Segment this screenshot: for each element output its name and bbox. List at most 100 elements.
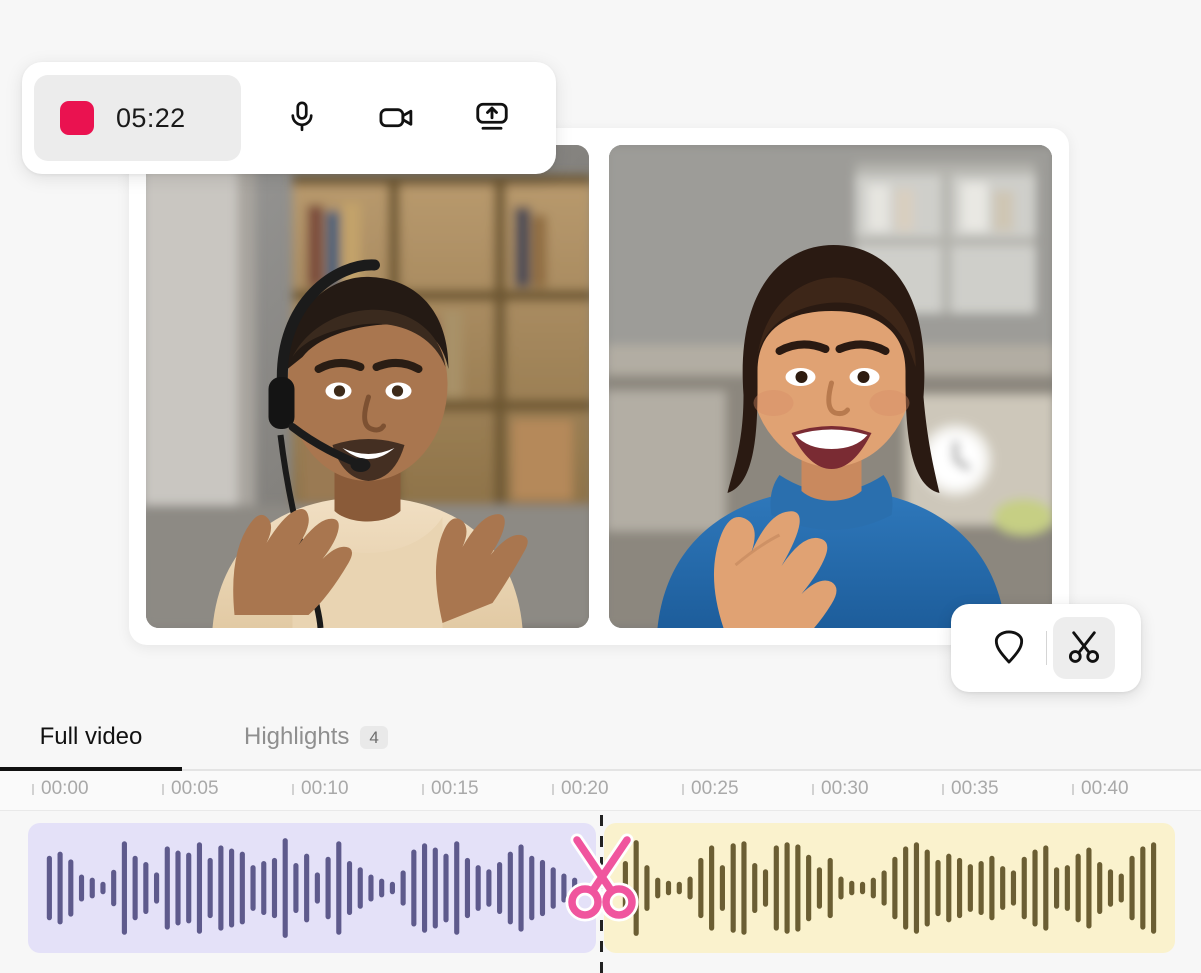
video-tile-participant-right[interactable] <box>609 145 1052 628</box>
waveform-bar <box>272 858 277 918</box>
waveform-bar <box>838 877 843 900</box>
waveform-bar <box>709 845 714 930</box>
ruler-mark: 00:30 <box>812 778 869 800</box>
waveform-bar <box>1054 867 1059 909</box>
waveform-bar <box>518 844 523 931</box>
recording-toolbar: 05:22 <box>22 62 556 174</box>
waveform-bar <box>261 861 266 915</box>
timeline-clip-before-cut[interactable] <box>28 823 596 953</box>
waveform-bar <box>304 854 309 923</box>
waveform-bar <box>655 878 660 899</box>
ruler-tick <box>162 784 164 795</box>
ruler-mark: 00:25 <box>682 778 739 800</box>
waveform-bar <box>218 845 223 930</box>
ruler-mark: 00:35 <box>942 778 999 800</box>
waveform-bar <box>1151 842 1156 934</box>
tab-full-video[interactable]: Full video <box>0 708 182 766</box>
waveform-bar <box>1129 856 1134 920</box>
ruler-tick <box>552 784 554 795</box>
waveform-bar <box>644 865 649 911</box>
waveform-bar <box>293 863 298 913</box>
waveform-bar <box>1065 865 1070 911</box>
trim-scissors-button[interactable] <box>1053 617 1115 679</box>
ruler-label: 00:35 <box>951 778 999 800</box>
ruler-tick <box>32 784 34 795</box>
stop-recording-icon[interactable] <box>60 101 94 135</box>
timeline-clip-after-cut[interactable] <box>604 823 1175 953</box>
waveform-bar <box>283 838 288 938</box>
waveform-bar <box>68 859 73 916</box>
waveform-bar <box>1086 847 1091 928</box>
ruler-mark: 00:05 <box>162 778 219 800</box>
waveform-bar <box>903 846 908 929</box>
participant-left-image <box>146 145 589 628</box>
ruler-mark: 00:20 <box>552 778 609 800</box>
waveform-bar <box>240 852 245 925</box>
scissors-cut-handle[interactable] <box>565 828 639 924</box>
waveform-bar <box>687 877 692 900</box>
waveform-bar <box>806 855 811 922</box>
tab-highlights[interactable]: Highlights 4 <box>244 708 388 766</box>
camera-button[interactable] <box>366 87 428 149</box>
share-screen-button[interactable] <box>461 87 523 149</box>
timeline-ruler[interactable]: 00:0000:0500:1000:1500:2000:2500:3000:35… <box>0 771 1201 811</box>
waveform-bar <box>946 854 951 923</box>
waveform-bar <box>774 845 779 930</box>
ruler-mark: 00:10 <box>292 778 349 800</box>
video-grid <box>129 128 1069 645</box>
highlight-marker-button[interactable] <box>978 617 1040 679</box>
waveform-bar <box>186 853 191 924</box>
tab-highlights-badge: 4 <box>360 726 387 749</box>
waveform-bar <box>122 841 127 935</box>
waveform-bar <box>165 846 170 929</box>
ruler-mark: 00:40 <box>1072 778 1129 800</box>
waveform-bar <box>100 882 105 894</box>
waveform-bar <box>828 858 833 918</box>
waveform-bar <box>551 867 556 909</box>
waveform-bar <box>422 843 427 932</box>
waveform-bar <box>47 856 52 920</box>
waveform-bar <box>957 858 962 918</box>
recording-timer-pill[interactable]: 05:22 <box>34 75 241 161</box>
waveform-bar <box>1032 850 1037 927</box>
waveform-bar <box>925 850 930 927</box>
waveform-bar <box>1022 857 1027 919</box>
waveform-bar <box>368 874 373 901</box>
waveform-bar <box>741 841 746 935</box>
waveform-bar <box>935 860 940 916</box>
tab-highlights-label: Highlights <box>244 723 349 751</box>
ruler-label: 00:00 <box>41 778 89 800</box>
video-camera-icon <box>378 98 416 139</box>
waveform-bar <box>315 872 320 903</box>
microphone-icon <box>285 100 319 137</box>
waveform-bar <box>229 848 234 927</box>
waveform-bar <box>871 878 876 899</box>
waveform-bar <box>720 865 725 911</box>
waveform-bar <box>154 872 159 903</box>
video-tile-participant-left[interactable] <box>146 145 589 628</box>
participant-right-image <box>609 145 1052 628</box>
waveform-bar <box>785 842 790 934</box>
ruler-label: 00:20 <box>561 778 609 800</box>
scissors-icon <box>1065 628 1103 669</box>
microphone-button[interactable] <box>271 87 333 149</box>
timeline-tabs: Full video Highlights 4 <box>0 708 1201 770</box>
waveform-bar <box>326 857 331 919</box>
waveform-bar <box>860 882 865 894</box>
waveform-bar <box>143 862 148 914</box>
waveform-bar <box>1119 873 1124 902</box>
waveform-bar <box>1043 845 1048 930</box>
waveform-bar <box>1000 866 1005 910</box>
waveform-bar <box>540 860 545 916</box>
waveform-bar <box>914 842 919 934</box>
waveform-bar <box>508 852 513 925</box>
waveform-bar <box>1140 846 1145 929</box>
ruler-mark: 00:00 <box>32 778 89 800</box>
ruler-label: 00:10 <box>301 778 349 800</box>
waveform-bar <box>795 844 800 931</box>
waveform-bar <box>250 865 255 911</box>
waveform-after-cut <box>604 823 1175 953</box>
waveform-bar <box>443 854 448 923</box>
waveform-bar <box>529 856 534 920</box>
waveform-bar <box>979 861 984 915</box>
